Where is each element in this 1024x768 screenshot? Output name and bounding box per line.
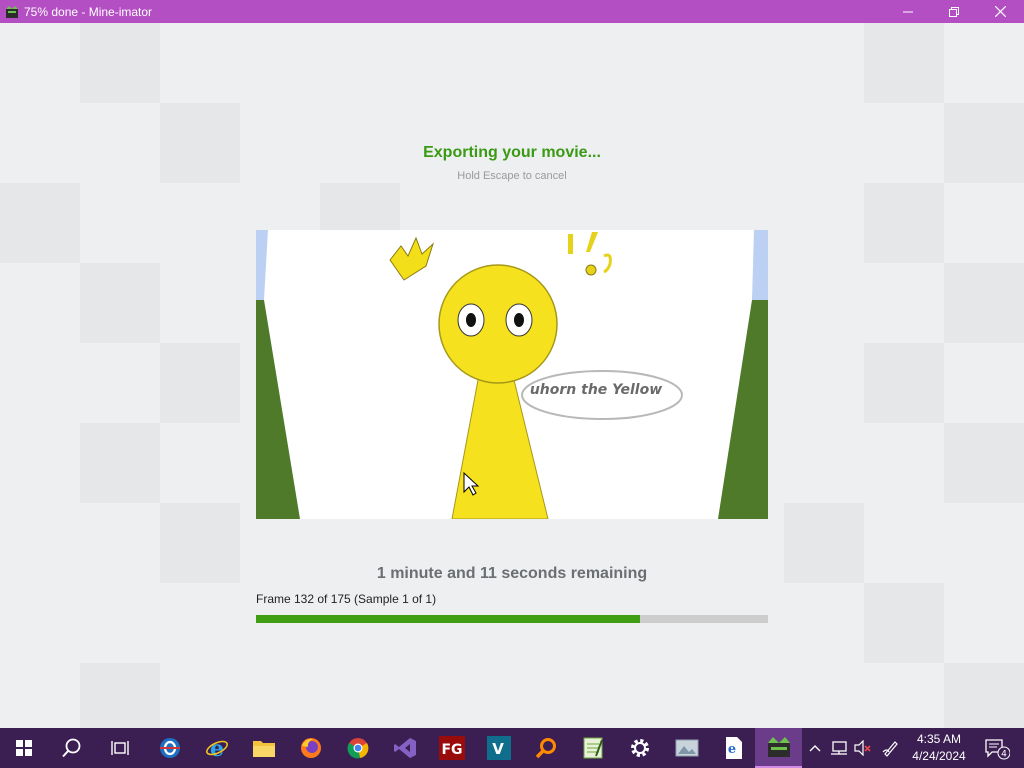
firefox-icon bbox=[300, 738, 321, 758]
sky-right bbox=[752, 230, 768, 300]
settings-icon bbox=[630, 739, 649, 757]
export-heading: Exporting your movie... bbox=[423, 144, 601, 161]
time-remaining: 1 minute and 11 seconds remaining bbox=[376, 565, 648, 582]
volume-muted-icon bbox=[854, 740, 871, 756]
cancel-hint: Hold Escape to cancel bbox=[457, 170, 567, 182]
background-tile bbox=[80, 663, 160, 728]
pen-workspace-button[interactable] bbox=[880, 728, 902, 768]
taskbar-search-button[interactable] bbox=[48, 728, 95, 768]
taskbar-app-fg[interactable]: FG bbox=[428, 728, 475, 768]
clock-time: 4:35 AM bbox=[916, 732, 962, 746]
task-view-icon bbox=[110, 741, 129, 755]
taskbar-app-settings[interactable] bbox=[616, 728, 663, 768]
frame-status: Frame 132 of 175 (Sample 1 of 1) bbox=[256, 592, 437, 606]
taskbar-app-search-tool[interactable] bbox=[522, 728, 569, 768]
network-icon bbox=[831, 741, 847, 755]
minimize-icon bbox=[903, 11, 913, 12]
bubble-text: uhorn the Yellow bbox=[530, 382, 662, 398]
taskbar-app-mine-imator[interactable] bbox=[755, 728, 802, 768]
mark-shape bbox=[603, 253, 612, 274]
vegas-icon: V bbox=[486, 736, 511, 760]
mark-shape bbox=[568, 234, 573, 254]
minimize-button[interactable] bbox=[885, 0, 931, 23]
background-tile bbox=[944, 423, 1024, 503]
pen-icon bbox=[882, 741, 898, 757]
chevron-up-icon bbox=[809, 745, 821, 752]
taskbar: e FG V e 4:35 AM 4/24/2024 4 bbox=[0, 728, 1024, 768]
show-hidden-icons-button[interactable] bbox=[806, 728, 824, 768]
background-tile bbox=[80, 23, 160, 103]
background-tile bbox=[864, 183, 944, 263]
start-button[interactable] bbox=[0, 728, 47, 768]
taskbar-clock[interactable]: 4:35 AM 4/24/2024 bbox=[908, 731, 970, 765]
task-view-button[interactable] bbox=[96, 728, 143, 768]
file-explorer-icon bbox=[252, 741, 275, 757]
svg-text:FG: FG bbox=[441, 742, 462, 758]
background-tile bbox=[864, 343, 944, 423]
fg-app-icon: FG bbox=[438, 736, 465, 760]
progress-fill bbox=[256, 615, 640, 623]
character-head bbox=[438, 264, 558, 384]
internet-explorer-icon: e bbox=[205, 736, 228, 760]
background-tile bbox=[0, 183, 80, 263]
render-preview: uhorn the Yellow bbox=[256, 230, 768, 519]
svg-text:V: V bbox=[492, 740, 504, 758]
taskbar-app-outlook[interactable] bbox=[146, 728, 193, 768]
background-tile bbox=[944, 663, 1024, 728]
close-icon bbox=[994, 6, 1006, 17]
maximize-button[interactable] bbox=[931, 0, 977, 23]
mine-imator-icon bbox=[6, 5, 18, 18]
taskbar-app-visual-studio[interactable] bbox=[381, 728, 428, 768]
notification-icon: 4 bbox=[985, 739, 1010, 760]
svg-text:e: e bbox=[210, 736, 224, 760]
close-button[interactable] bbox=[977, 0, 1023, 23]
notification-count: 4 bbox=[1001, 750, 1007, 760]
taskbar-app-document[interactable]: e bbox=[710, 728, 757, 768]
taskbar-app-vegas[interactable]: V bbox=[475, 728, 522, 768]
document-icon: e bbox=[725, 737, 742, 759]
export-screen: Exporting your movie... Hold Escape to c… bbox=[0, 23, 1024, 728]
title-bar: 75% done - Mine-imator bbox=[0, 0, 1024, 23]
taskbar-app-file-explorer[interactable] bbox=[240, 728, 287, 768]
photo-viewer-icon bbox=[675, 739, 698, 757]
background-tile bbox=[944, 263, 1024, 343]
search-tool-icon bbox=[535, 738, 556, 759]
taskbar-app-photo-viewer[interactable] bbox=[663, 728, 710, 768]
background-tile bbox=[80, 423, 160, 503]
windows-start-icon bbox=[15, 740, 32, 756]
window-title: 75% done - Mine-imator bbox=[24, 4, 153, 19]
background-tile bbox=[864, 583, 944, 663]
sky-left bbox=[256, 230, 268, 300]
action-center-button[interactable]: 4 bbox=[978, 728, 1014, 768]
search-icon bbox=[61, 738, 80, 758]
taskbar-app-notepad[interactable] bbox=[569, 728, 616, 768]
mark-shape bbox=[586, 232, 598, 252]
preview-scene: uhorn the Yellow bbox=[256, 230, 768, 519]
visual-studio-icon bbox=[393, 738, 416, 758]
background-tile bbox=[864, 23, 944, 103]
mine-imator-icon bbox=[767, 737, 790, 757]
chrome-icon bbox=[346, 738, 368, 759]
taskbar-app-firefox[interactable] bbox=[287, 728, 334, 768]
background-tile bbox=[80, 263, 160, 343]
svg-text:e: e bbox=[727, 742, 735, 757]
export-progress-bar bbox=[256, 615, 768, 623]
taskbar-app-chrome[interactable] bbox=[334, 728, 381, 768]
clock-date: 4/24/2024 bbox=[912, 749, 966, 763]
restore-icon bbox=[949, 6, 959, 17]
network-button[interactable] bbox=[828, 728, 850, 768]
notepad-icon bbox=[583, 737, 603, 759]
background-tile bbox=[160, 343, 240, 423]
outlook-icon bbox=[159, 738, 180, 758]
taskbar-app-internet-explorer[interactable]: e bbox=[193, 728, 240, 768]
crown-shape bbox=[389, 236, 435, 281]
mark-dot bbox=[585, 264, 597, 276]
volume-button[interactable] bbox=[852, 728, 874, 768]
